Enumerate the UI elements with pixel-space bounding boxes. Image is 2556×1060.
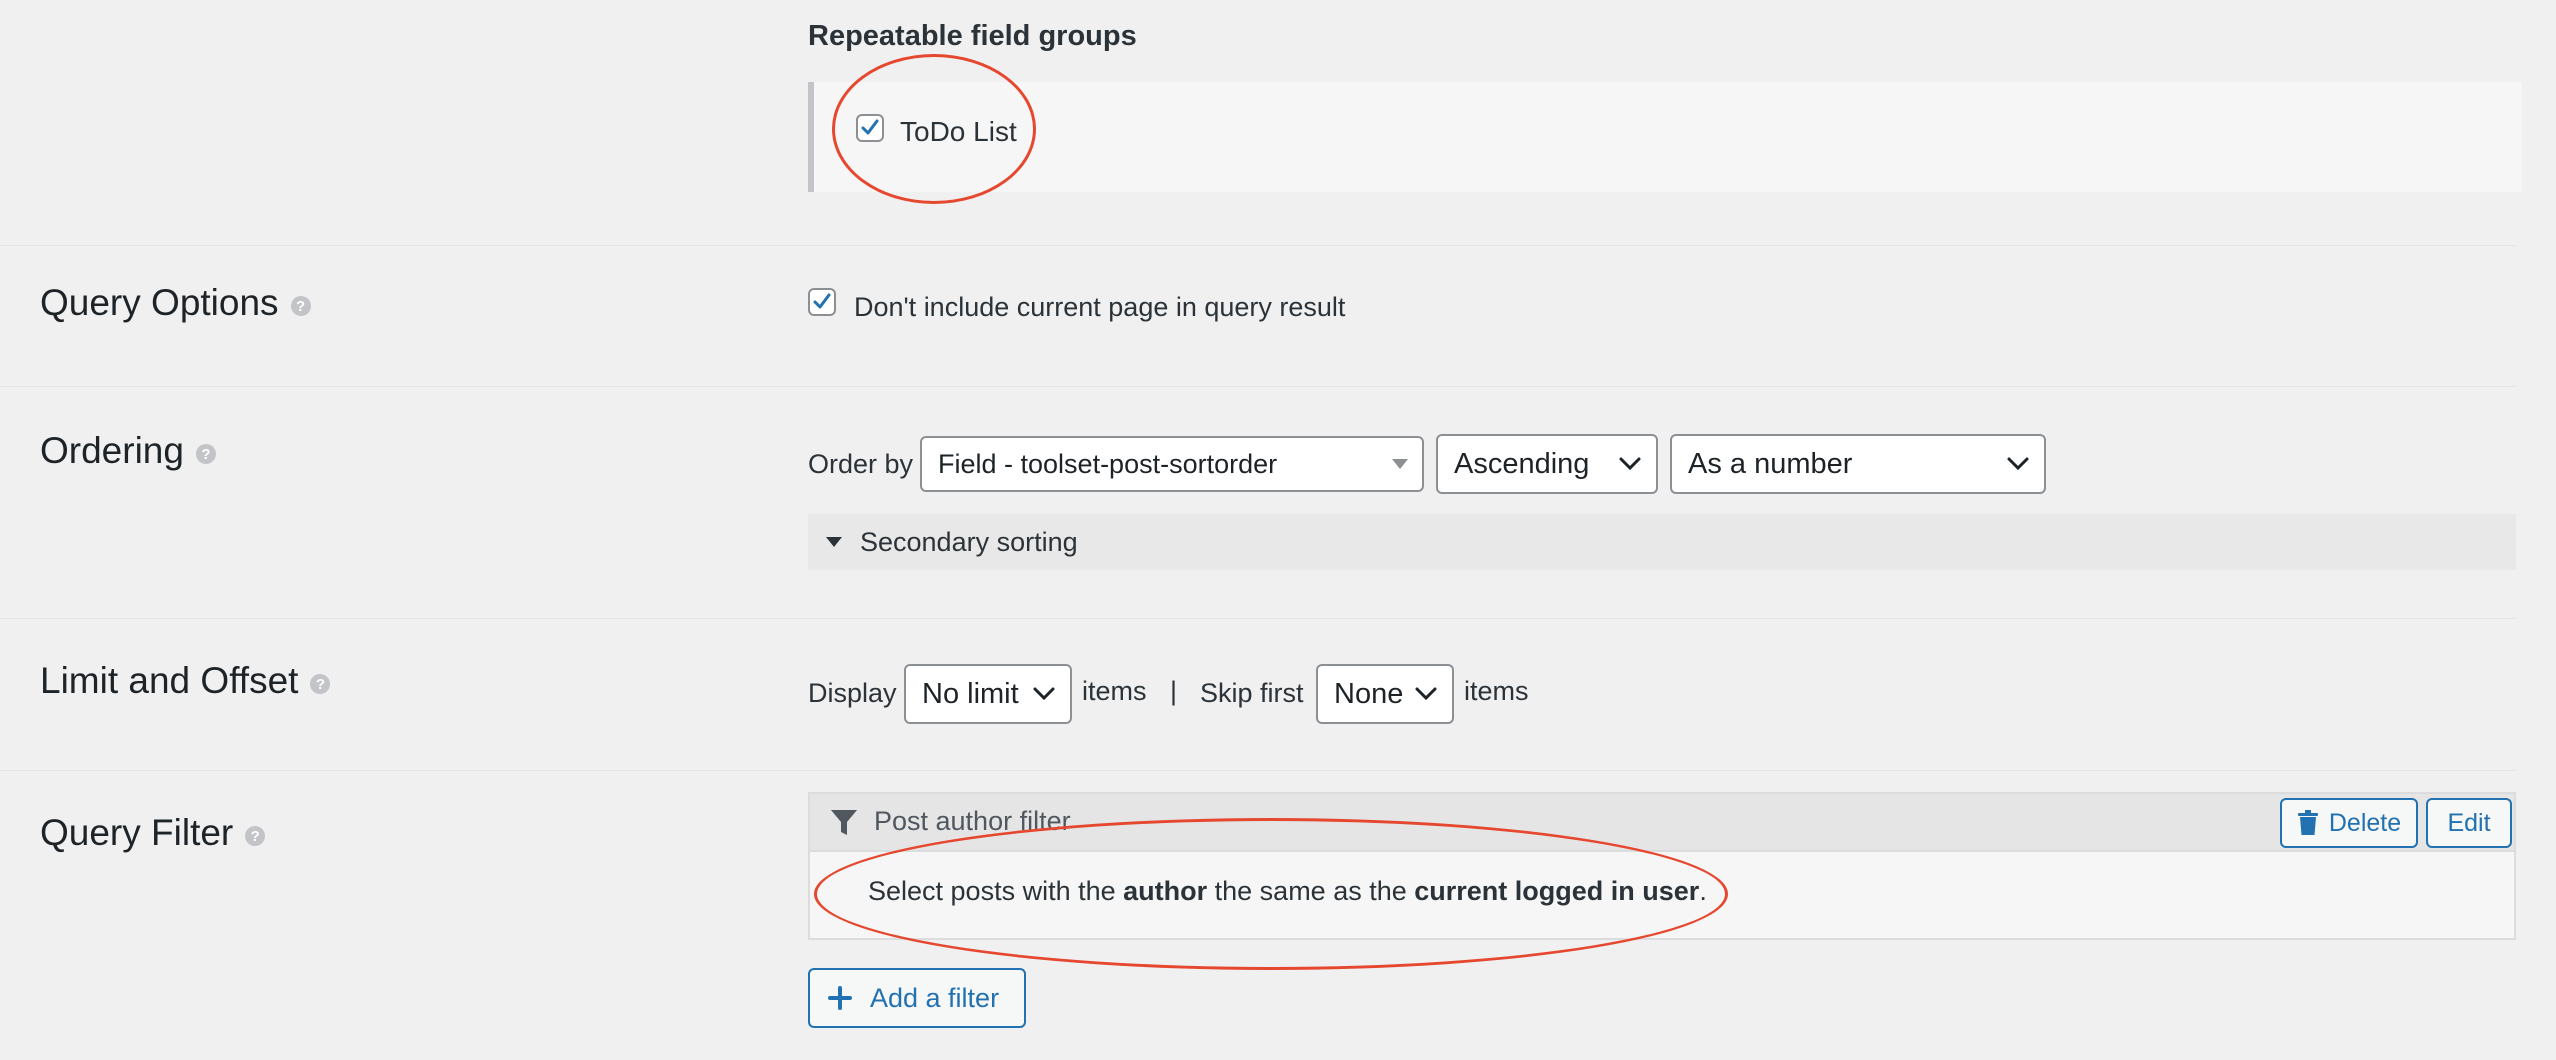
divider — [0, 618, 2516, 619]
exclude-current-page-label: Don't include current page in query resu… — [854, 292, 1346, 322]
ordering-label: Ordering ? — [40, 430, 216, 472]
triangle-down-icon — [1392, 459, 1408, 469]
exclude-current-page-checkbox[interactable] — [808, 288, 836, 316]
order-by-label: Order by — [808, 449, 914, 479]
filter-header: Post author filter Delete Edit — [810, 794, 2514, 852]
items-label: items — [1082, 676, 1147, 706]
post-author-filter-box: Post author filter Delete Edit Select po… — [808, 792, 2516, 940]
chevron-down-icon — [2007, 457, 2029, 471]
limit-select[interactable]: No limit — [904, 664, 1072, 724]
secondary-sorting-toggle[interactable]: Secondary sorting — [808, 514, 2516, 570]
query-options-label: Query Options ? — [40, 282, 311, 324]
chevron-down-icon — [1033, 687, 1055, 701]
repeatable-field-groups-title: Repeatable field groups — [808, 20, 1137, 52]
checkmark-icon — [813, 293, 831, 309]
limit-offset-label: Limit and Offset ? — [40, 660, 331, 702]
order-direction-select[interactable]: Ascending — [1436, 434, 1658, 494]
filter-title: Post author filter — [874, 806, 1071, 836]
triangle-down-icon — [826, 537, 842, 547]
filter-icon — [831, 810, 857, 835]
help-icon[interactable]: ? — [290, 296, 311, 316]
order-type-select[interactable]: As a number — [1670, 434, 2046, 494]
checkmark-icon — [861, 119, 879, 135]
filter-description: Select posts with the author the same as… — [868, 876, 1707, 906]
trash-icon — [2297, 810, 2318, 835]
plus-icon — [828, 986, 852, 1010]
edit-filter-button[interactable]: Edit — [2426, 798, 2512, 848]
divider — [0, 245, 2516, 246]
divider — [0, 386, 2516, 387]
delete-filter-button[interactable]: Delete — [2280, 798, 2418, 848]
repeatable-field-group-box — [808, 82, 2522, 192]
divider — [0, 770, 2516, 771]
add-filter-button[interactable]: Add a filter — [808, 968, 1026, 1028]
skip-first-select[interactable]: None — [1316, 664, 1454, 724]
chevron-down-icon — [1415, 687, 1437, 701]
items-label-2: items — [1464, 676, 1529, 706]
order-by-field-select[interactable]: Field - toolset-post-sortorder — [920, 436, 1424, 492]
help-icon[interactable]: ? — [310, 674, 331, 694]
todo-list-checkbox[interactable] — [856, 114, 884, 142]
todo-list-label: ToDo List — [900, 116, 1017, 147]
chevron-down-icon — [1619, 457, 1641, 471]
help-icon[interactable]: ? — [195, 444, 216, 464]
display-label: Display — [808, 678, 897, 708]
help-icon[interactable]: ? — [245, 826, 266, 846]
query-filter-label: Query Filter ? — [40, 812, 266, 854]
limit-divider: | — [1170, 676, 1178, 706]
skip-first-label: Skip first — [1200, 678, 1304, 708]
